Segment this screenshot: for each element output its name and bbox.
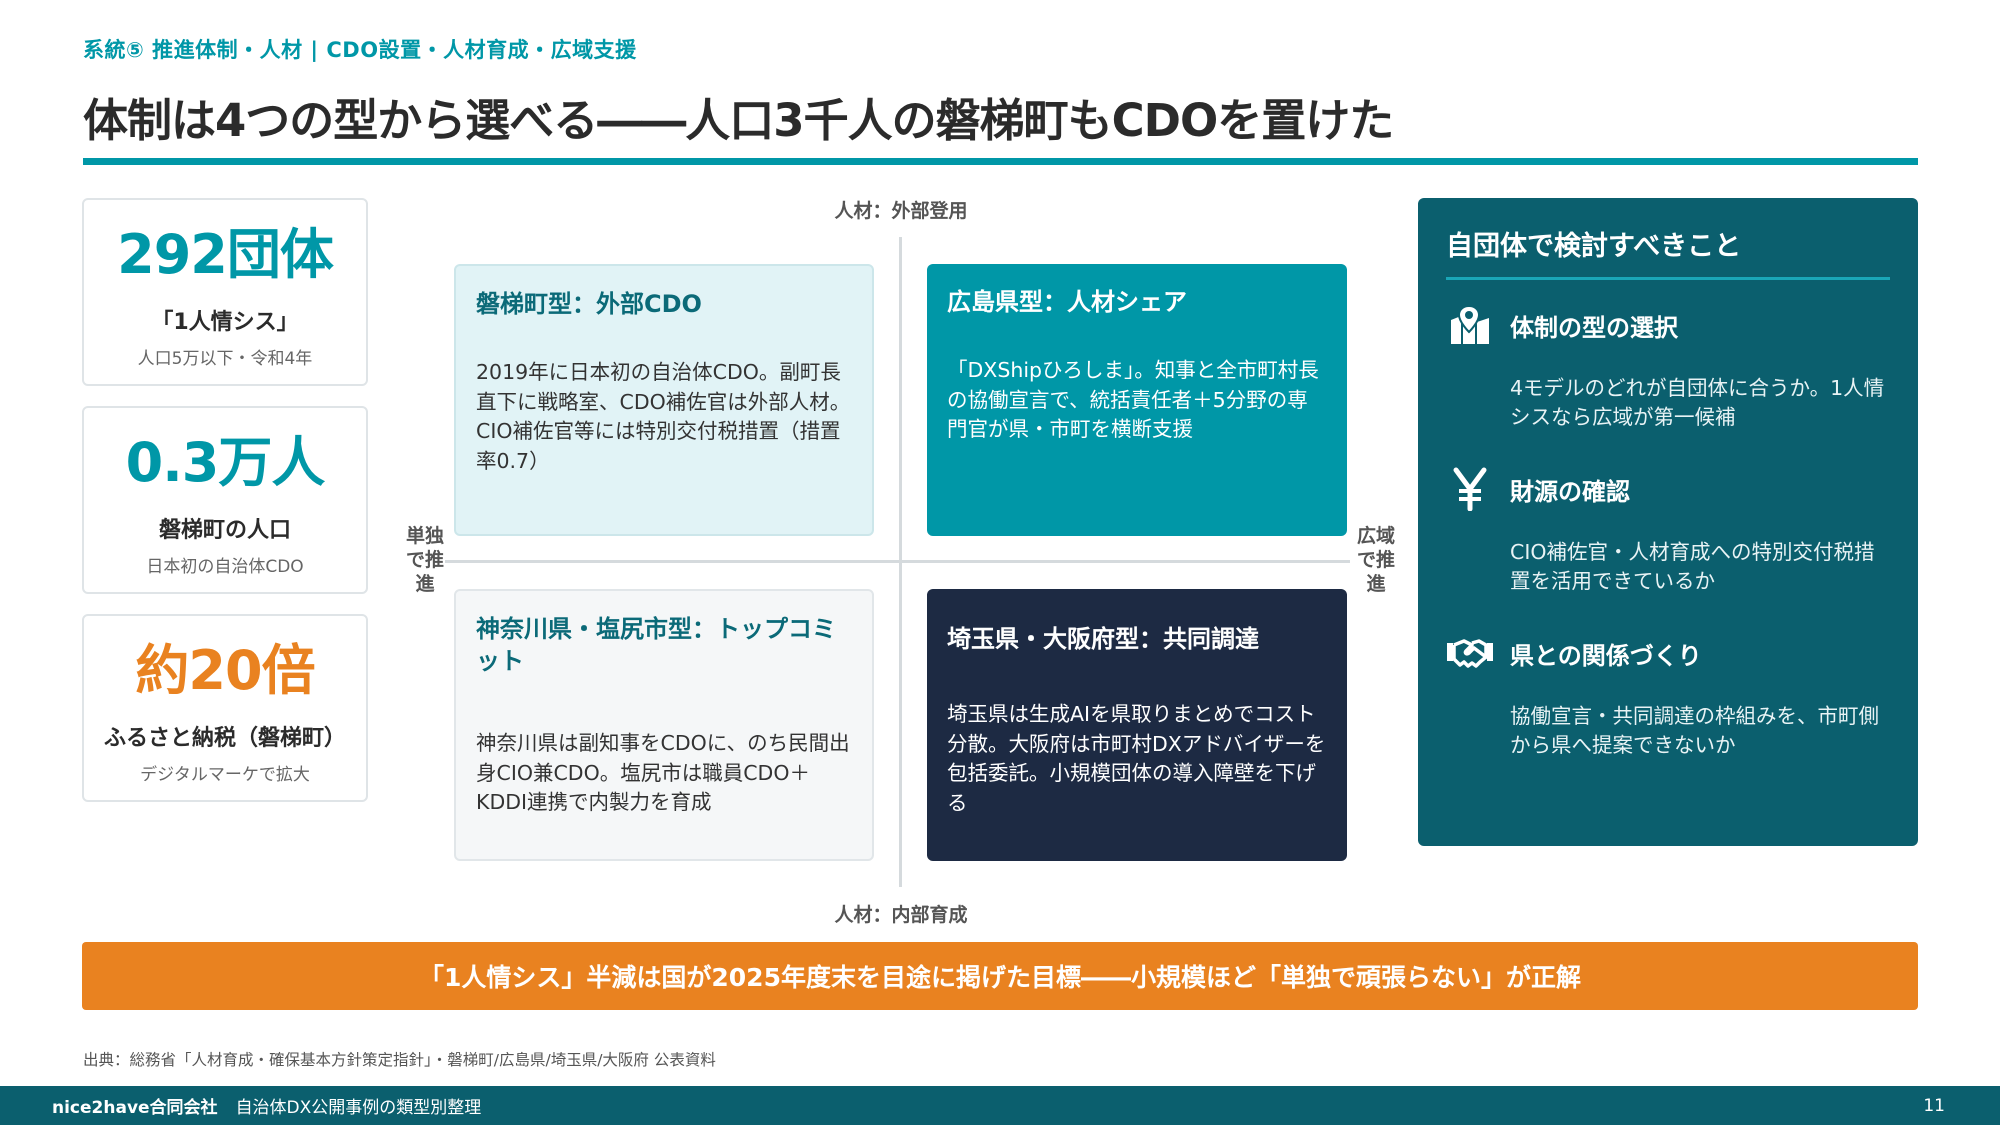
footer-bar: nice2have合同会社 自治体DX公開事例の類型別整理 11 bbox=[0, 1086, 2000, 1125]
panel-item-body: 協働宣言・共同調達の枠組みを、市町側から県へ提案できないか bbox=[1510, 704, 1879, 757]
panel-item-title: 県との関係づくり bbox=[1510, 641, 1702, 670]
quadrant-body: 「DXShipひろしま」。知事と全市町村長の協働宣言で、統括責任者＋5分野の専門… bbox=[947, 358, 1319, 441]
quadrant-kanagawa-shiojiri: 神奈川県・塩尻市型：トップコミット 神奈川県は副知事をCDOに、のち民間出身CI… bbox=[454, 589, 874, 861]
stat-sub: 人口5万以下・令和4年 bbox=[137, 349, 313, 369]
conclusion-banner: 「1人情シス」半減は国が2025年度末を目途に掲げた目標――小規模ほど「単独で頑… bbox=[82, 942, 1918, 1010]
stat-card-3: 約20倍 ふるさと納税（磐梯町） デジタルマーケで拡大 bbox=[82, 614, 368, 802]
stat-value: 0.3万人 bbox=[125, 431, 326, 494]
panel-item-structure: 体制の型の選択 4モデルのどれが自団体に合うか。1人情シスなら広域が第一候補 bbox=[1446, 302, 1890, 432]
stat-card-2: 0.3万人 磐梯町の人口 日本初の自治体CDO bbox=[82, 406, 368, 594]
stat-label: 磐梯町の人口 bbox=[158, 518, 291, 543]
section-eyebrow: 系統⑤ 推進体制・人材 | CDO設置・人材育成・広域支援 bbox=[83, 38, 637, 62]
yen-icon bbox=[1446, 466, 1494, 512]
footer-brand: nice2have合同会社 bbox=[52, 1098, 218, 1118]
axis-label-left-text: 単独 で推進 bbox=[405, 525, 444, 595]
quadrant-hiroshima: 広島県型：人材シェア 「DXShipひろしま」。知事と全市町村長の協働宣言で、統… bbox=[927, 264, 1347, 536]
quadrant-body: 埼玉県は生成AIを県取りまとめでコスト分散。大阪府は市町村DXアドバイザーを包括… bbox=[947, 702, 1326, 815]
quadrant-title: 広島県型：人材シェア bbox=[947, 288, 1187, 316]
stat-sub: デジタルマーケで拡大 bbox=[140, 765, 310, 785]
stat-label: 「1人情シス」 bbox=[151, 310, 299, 335]
panel-item-funding: 財源の確認 CIO補佐官・人材育成への特別交付税措置を活用できているか bbox=[1446, 466, 1890, 596]
quadrant-body: 2019年に日本初の自治体CDO。副町長直下に戦略室、CDO補佐官は外部人材。C… bbox=[476, 360, 851, 473]
quadrant-title: 埼玉県・大阪府型：共同調達 bbox=[947, 625, 1259, 653]
title-divider bbox=[83, 158, 1918, 165]
quadrant-saitama-osaka: 埼玉県・大阪府型：共同調達 埼玉県は生成AIを県取りまとめでコスト分散。大阪府は… bbox=[927, 589, 1347, 861]
quadrant-body: 神奈川県は副知事をCDOに、のち民間出身CIO兼CDO。塩尻市は職員CDO＋KD… bbox=[476, 731, 850, 814]
map-pin-icon bbox=[1446, 302, 1494, 348]
handshake-icon bbox=[1446, 630, 1494, 676]
quadrant-bandai: 磐梯町型：外部CDO 2019年に日本初の自治体CDO。副町長直下に戦略室、CD… bbox=[454, 264, 874, 536]
quadrant-title: 磐梯町型：外部CDO bbox=[476, 290, 702, 318]
axis-label-bottom: 人材：内部育成 bbox=[834, 904, 968, 926]
panel-item-title: 体制の型の選択 bbox=[1510, 313, 1678, 342]
consideration-panel: 自団体で検討すべきこと 体制の型の選択 4モデルのどれが自団体に合うか。1人情シ… bbox=[1418, 198, 1918, 846]
panel-item-title: 財源の確認 bbox=[1510, 477, 1630, 506]
panel-heading: 自団体で検討すべきこと bbox=[1446, 224, 1890, 280]
stat-card-1: 292団体 「1人情シス」 人口5万以下・令和4年 bbox=[82, 198, 368, 386]
axis-label-right: 広域 で推進 bbox=[1351, 524, 1401, 596]
page-title: 体制は4つの型から選べる――人口3千人の磐梯町もCDOを置けた bbox=[83, 94, 1394, 147]
source-note: 出典：総務省「人材育成・確保基本方針策定指針」・磐梯町/広島県/埼玉県/大阪府 … bbox=[83, 1051, 716, 1069]
panel-item-body: CIO補佐官・人材育成への特別交付税措置を活用できているか bbox=[1510, 540, 1875, 593]
panel-item-body: 4モデルのどれが自団体に合うか。1人情シスなら広域が第一候補 bbox=[1510, 376, 1885, 429]
matrix-horizontal-axis bbox=[445, 560, 1350, 563]
axis-label-top: 人材：外部登用 bbox=[834, 200, 968, 222]
stat-value: 約20倍 bbox=[135, 639, 315, 702]
panel-item-relationship: 県との関係づくり 協働宣言・共同調達の枠組みを、市町側から県へ提案できないか bbox=[1446, 630, 1890, 760]
stat-sub: 日本初の自治体CDO bbox=[146, 557, 304, 577]
axis-label-right-text: 広域 で推進 bbox=[1356, 525, 1395, 595]
stat-label: ふるさと納税（磐梯町） bbox=[103, 726, 346, 751]
quadrant-title: 神奈川県・塩尻市型：トップコミット bbox=[476, 615, 836, 675]
axis-label-left: 単独 で推進 bbox=[400, 524, 450, 596]
stat-value: 292団体 bbox=[117, 223, 334, 286]
footer-title: 自治体DX公開事例の類型別整理 bbox=[235, 1098, 482, 1118]
page-number: 11 bbox=[1923, 1095, 1945, 1116]
